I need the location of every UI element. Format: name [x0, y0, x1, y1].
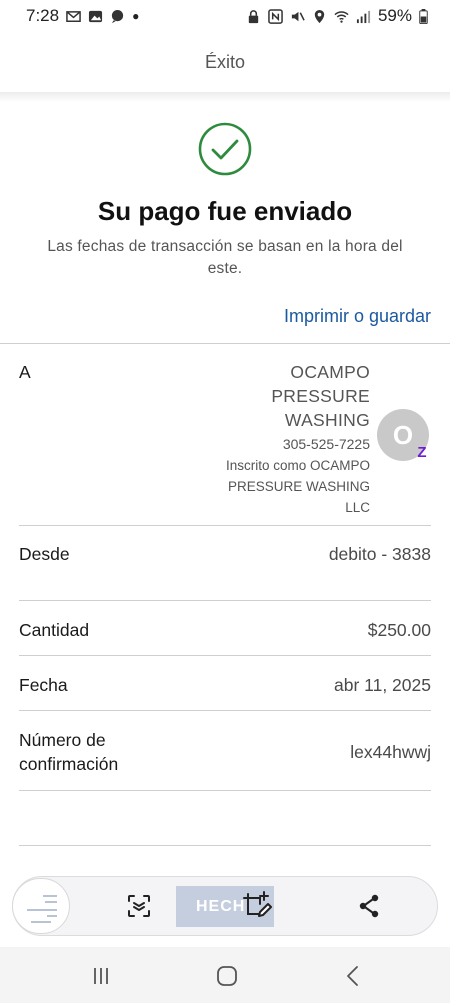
- recipient-details: OCAMPO PRESSURE WASHING 305-525-7225 Ins…: [170, 360, 370, 517]
- success-subtitle: Las fechas de transacción se basan en la…: [47, 238, 403, 277]
- zelle-badge-icon: Z: [417, 443, 427, 461]
- status-time: 7:28: [26, 6, 60, 25]
- recipient-name-line: PRESSURE: [271, 386, 370, 406]
- crop-edit-icon[interactable]: [240, 890, 272, 922]
- recipient-registered-line: Inscrito como OCAMPO: [225, 458, 370, 473]
- battery-icon: [419, 8, 428, 24]
- home-icon: [217, 966, 237, 986]
- recent-apps-button[interactable]: [86, 963, 116, 989]
- header-shadow: [0, 92, 450, 102]
- chat-icon: [110, 9, 125, 24]
- recent-apps-icon: [94, 968, 108, 984]
- divider: [19, 655, 431, 656]
- confirmation-label-line: confirmación: [19, 754, 119, 774]
- divider: [19, 790, 431, 791]
- divider: [19, 845, 431, 846]
- back-icon: [347, 966, 358, 986]
- from-value: debito - 3838: [328, 544, 431, 564]
- gallery-icon: [88, 9, 103, 24]
- screenshot-thumbnail[interactable]: [12, 878, 70, 934]
- divider: [19, 525, 431, 526]
- recipient-label: A: [19, 362, 31, 382]
- confirmation-value: lex44hwwj: [350, 742, 431, 762]
- signal-icon: [356, 9, 371, 24]
- amount-value: $250.00: [367, 620, 431, 640]
- scan-icon: [128, 895, 150, 917]
- recipient-registered-line: PRESSURE WASHING: [227, 479, 370, 494]
- wifi-icon: [334, 9, 349, 24]
- mute-icon: [290, 9, 305, 24]
- date-label: Fecha: [19, 675, 68, 695]
- nfc-icon: [268, 8, 283, 24]
- share-icon: [359, 894, 379, 918]
- home-button[interactable]: [212, 963, 242, 989]
- lock-icon: [246, 9, 261, 24]
- recipient-registered-line: LLC: [345, 500, 370, 515]
- gmail-icon: [66, 9, 81, 24]
- location-icon: [312, 9, 327, 24]
- success-title: Su pago fue enviado: [97, 196, 353, 226]
- divider: [19, 710, 431, 711]
- share-button[interactable]: [349, 886, 389, 926]
- date-value: abr 11, 2025: [334, 675, 431, 695]
- back-button[interactable]: [338, 963, 368, 989]
- battery-percent: 59%: [377, 6, 412, 25]
- confirmation-label: Número de confirmación: [19, 728, 118, 776]
- divider: [0, 343, 450, 344]
- print-or-save-link[interactable]: Imprimir o guardar: [284, 306, 431, 327]
- recipient-name-line: OCAMPO: [290, 362, 370, 382]
- page-header: Éxito: [0, 32, 450, 92]
- page-title: Éxito: [204, 51, 246, 72]
- notification-dot-icon: ●: [132, 9, 140, 23]
- amount-label: Cantidad: [19, 620, 90, 640]
- scan-text-button[interactable]: [119, 886, 159, 926]
- success-check-icon: [198, 122, 252, 176]
- status-bar: 7:28 ● 59%: [0, 0, 450, 32]
- recipient-phone: 305-525-7225: [282, 436, 370, 452]
- from-label: Desde: [19, 544, 70, 564]
- divider: [19, 600, 431, 601]
- recipient-name-line: WASHING: [284, 410, 370, 430]
- confirmation-label-line: Número de: [19, 730, 106, 750]
